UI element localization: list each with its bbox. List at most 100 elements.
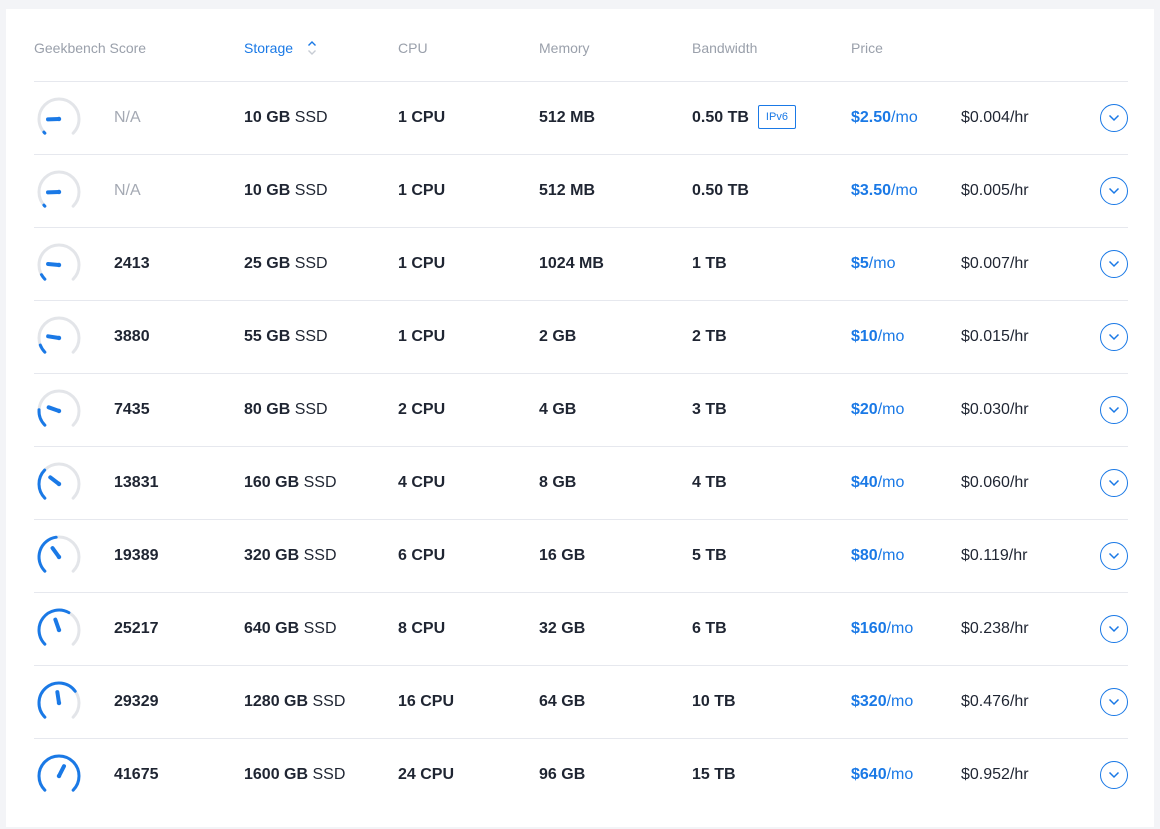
storage-amount: 640 GB bbox=[244, 620, 300, 637]
hourly-price: $0.005/hr bbox=[961, 182, 1029, 199]
bandwidth-value: 3 TB bbox=[692, 401, 727, 418]
geekbench-score: 13831 bbox=[114, 474, 159, 491]
monthly-price-unit: /mo bbox=[891, 109, 918, 126]
expand-row-button[interactable] bbox=[1100, 104, 1128, 132]
geekbench-score: 29329 bbox=[114, 693, 159, 710]
storage-cell: 1280 GB SSD bbox=[244, 666, 345, 738]
table-body: N/A 10 GB SSD 1 CPU 512 MB 0.50 TB IPv6 $… bbox=[34, 82, 1128, 811]
expand-row-button[interactable] bbox=[1100, 688, 1128, 716]
table-row[interactable]: 2413 25 GB SSD 1 CPU 1024 MB 1 TB $5/mo … bbox=[34, 228, 1128, 301]
geekbench-score: 2413 bbox=[114, 255, 150, 272]
monthly-price-amount: $320 bbox=[851, 693, 887, 710]
storage-cell: 10 GB SSD bbox=[244, 155, 328, 227]
table-row[interactable]: N/A 10 GB SSD 1 CPU 512 MB 0.50 TB IPv6 $… bbox=[34, 82, 1128, 155]
cpu-cell: 8 CPU bbox=[398, 620, 446, 637]
table-row[interactable]: 29329 1280 GB SSD 16 CPU 64 GB 10 TB $32… bbox=[34, 666, 1128, 739]
geekbench-gauge-icon bbox=[37, 535, 81, 573]
table-header: Geekbench Score Storage CPU Memory Bandw… bbox=[34, 9, 1128, 82]
ipv6-badge: IPv6 bbox=[757, 105, 796, 129]
storage-cell: 1600 GB SSD bbox=[244, 739, 345, 811]
hourly-price: $0.119/hr bbox=[961, 547, 1028, 564]
geekbench-score: N/A bbox=[114, 109, 141, 126]
memory-cell: 96 GB bbox=[539, 766, 586, 783]
header-memory[interactable]: Memory bbox=[539, 40, 590, 56]
storage-amount: 1600 GB bbox=[244, 766, 309, 783]
storage-amount: 320 GB bbox=[244, 547, 300, 564]
sort-chevrons-icon[interactable] bbox=[307, 40, 317, 59]
geekbench-score: N/A bbox=[114, 182, 141, 199]
expand-row-button[interactable] bbox=[1100, 250, 1128, 278]
storage-type: SSD bbox=[312, 693, 346, 710]
bandwidth-cell: 0.50 TB IPv6 bbox=[692, 82, 796, 154]
memory-cell: 2 GB bbox=[539, 328, 577, 345]
storage-cell: 80 GB SSD bbox=[244, 374, 328, 446]
monthly-price: $2.50/mo bbox=[851, 82, 918, 154]
expand-row-button[interactable] bbox=[1100, 761, 1128, 789]
storage-cell: 640 GB SSD bbox=[244, 593, 337, 665]
expand-row-button[interactable] bbox=[1100, 615, 1128, 643]
expand-row-button[interactable] bbox=[1100, 396, 1128, 424]
geekbench-score: 25217 bbox=[114, 620, 159, 637]
monthly-price-unit: /mo bbox=[877, 401, 905, 418]
bandwidth-cell: 15 TB bbox=[692, 739, 736, 811]
table-row[interactable]: 19389 320 GB SSD 6 CPU 16 GB 5 TB $80/mo… bbox=[34, 520, 1128, 593]
table-row[interactable]: N/A 10 GB SSD 1 CPU 512 MB 0.50 TB $3.50… bbox=[34, 155, 1128, 228]
storage-cell: 25 GB SSD bbox=[244, 228, 328, 300]
header-bandwidth[interactable]: Bandwidth bbox=[692, 40, 757, 56]
expand-row-button[interactable] bbox=[1100, 177, 1128, 205]
geekbench-score: 3880 bbox=[114, 328, 150, 345]
monthly-price-amount: $10 bbox=[851, 328, 878, 345]
storage-type: SSD bbox=[303, 620, 337, 637]
geekbench-gauge-icon bbox=[37, 97, 81, 135]
monthly-price-amount: $40 bbox=[851, 474, 878, 491]
table-row[interactable]: 13831 160 GB SSD 4 CPU 8 GB 4 TB $40/mo … bbox=[34, 447, 1128, 520]
header-storage[interactable]: Storage bbox=[244, 40, 317, 59]
bandwidth-cell: 4 TB bbox=[692, 447, 727, 519]
header-geekbench-score[interactable]: Geekbench Score bbox=[34, 40, 146, 56]
cpu-cell: 4 CPU bbox=[398, 474, 446, 491]
cpu-cell: 6 CPU bbox=[398, 547, 446, 564]
geekbench-gauge-icon bbox=[37, 754, 81, 792]
bandwidth-value: 0.50 TB bbox=[692, 109, 749, 126]
bandwidth-cell: 3 TB bbox=[692, 374, 727, 446]
storage-type: SSD bbox=[303, 547, 337, 564]
monthly-price-unit: /mo bbox=[886, 766, 914, 783]
plans-table: Geekbench Score Storage CPU Memory Bandw… bbox=[34, 9, 1128, 811]
storage-type: SSD bbox=[312, 766, 346, 783]
monthly-price-unit: /mo bbox=[877, 328, 905, 345]
header-storage-label: Storage bbox=[244, 40, 294, 57]
table-row[interactable]: 25217 640 GB SSD 8 CPU 32 GB 6 TB $160/m… bbox=[34, 593, 1128, 666]
header-cpu[interactable]: CPU bbox=[398, 40, 428, 56]
bandwidth-value: 15 TB bbox=[692, 766, 736, 783]
expand-row-button[interactable] bbox=[1100, 323, 1128, 351]
bandwidth-value: 10 TB bbox=[692, 693, 736, 710]
cpu-cell: 2 CPU bbox=[398, 401, 446, 418]
header-price[interactable]: Price bbox=[851, 40, 883, 56]
chevron-down-icon bbox=[1108, 406, 1120, 414]
memory-cell: 64 GB bbox=[539, 693, 586, 710]
table-row[interactable]: 41675 1600 GB SSD 24 CPU 96 GB 15 TB $64… bbox=[34, 739, 1128, 811]
geekbench-gauge-icon bbox=[37, 243, 81, 281]
table-row[interactable]: 7435 80 GB SSD 2 CPU 4 GB 3 TB $20/mo $0… bbox=[34, 374, 1128, 447]
bandwidth-value: 0.50 TB bbox=[692, 182, 749, 199]
storage-type: SSD bbox=[303, 474, 337, 491]
storage-type: SSD bbox=[294, 182, 328, 199]
bandwidth-cell: 5 TB bbox=[692, 520, 727, 592]
cpu-cell: 1 CPU bbox=[398, 182, 446, 199]
geekbench-score: 7435 bbox=[114, 401, 150, 418]
table-row[interactable]: 3880 55 GB SSD 1 CPU 2 GB 2 TB $10/mo $0… bbox=[34, 301, 1128, 374]
memory-cell: 4 GB bbox=[539, 401, 577, 418]
bandwidth-cell: 2 TB bbox=[692, 301, 727, 373]
geekbench-gauge-icon bbox=[37, 389, 81, 427]
monthly-price: $5/mo bbox=[851, 228, 895, 300]
cpu-cell: 16 CPU bbox=[398, 693, 455, 710]
hourly-price: $0.015/hr bbox=[961, 328, 1029, 345]
expand-row-button[interactable] bbox=[1100, 542, 1128, 570]
hourly-price: $0.476/hr bbox=[961, 693, 1029, 710]
storage-cell: 10 GB SSD bbox=[244, 82, 328, 154]
expand-row-button[interactable] bbox=[1100, 469, 1128, 497]
chevron-down-icon bbox=[1108, 260, 1120, 268]
memory-cell: 1024 MB bbox=[539, 255, 604, 272]
hourly-price: $0.952/hr bbox=[961, 766, 1029, 783]
geekbench-gauge-icon bbox=[37, 681, 81, 719]
